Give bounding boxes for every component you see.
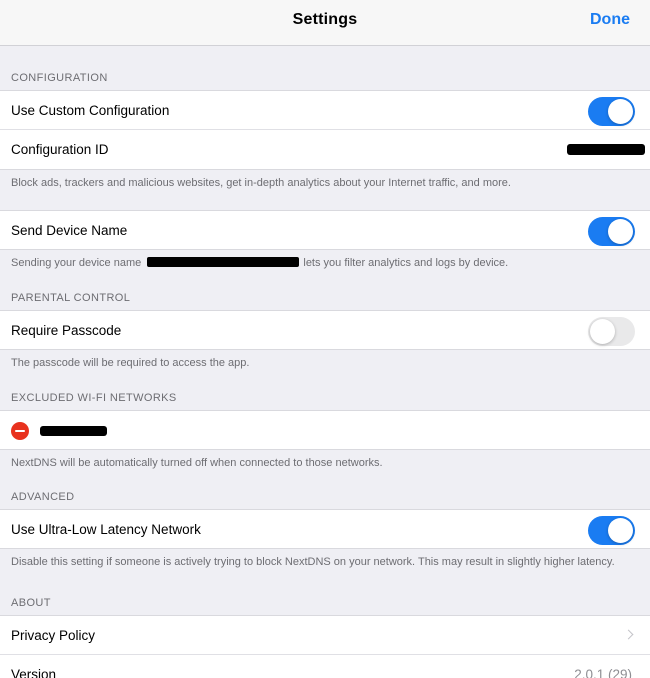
require-passcode-row: Require Passcode — [0, 310, 650, 350]
section-header-about: ABOUT — [11, 597, 51, 609]
configuration-id-redacted-value — [567, 144, 645, 155]
section-header-configuration: CONFIGURATION — [11, 72, 108, 84]
toggle-knob — [608, 99, 633, 124]
device-name-footer-start: Sending your device name — [11, 257, 142, 269]
device-name-footer-end: lets you filter analytics and logs by de… — [303, 257, 509, 269]
require-passcode-label: Require Passcode — [11, 323, 122, 338]
toggle-knob — [590, 319, 615, 344]
send-device-name-toggle[interactable] — [588, 217, 635, 246]
use-custom-configuration-label: Use Custom Configuration — [11, 103, 170, 118]
send-device-name-label: Send Device Name — [11, 223, 128, 238]
privacy-policy-row[interactable]: Privacy Policy — [0, 615, 650, 655]
chevron-right-icon — [623, 629, 634, 640]
section-header-advanced: ADVANCED — [11, 491, 75, 503]
ultra-low-latency-toggle[interactable] — [588, 516, 635, 545]
send-device-name-row: Send Device Name — [0, 210, 650, 250]
advanced-footer: Disable this setting if someone is activ… — [11, 556, 615, 568]
configuration-footer: Block ads, trackers and malicious websit… — [11, 177, 511, 189]
page-title: Settings — [292, 11, 358, 28]
remove-network-icon[interactable] — [11, 422, 29, 440]
device-name-redacted — [147, 257, 300, 267]
parental-control-footer: The passcode will be required to access … — [11, 357, 250, 369]
section-header-excluded-wifi: EXCLUDED WI-FI NETWORKS — [11, 392, 177, 404]
toggle-knob — [608, 219, 633, 244]
device-name-footer: Sending your device name lets you filter… — [11, 256, 632, 270]
section-header-parental-control: PARENTAL CONTROL — [11, 292, 131, 304]
done-button[interactable]: Done — [590, 0, 630, 40]
navigation-bar: Settings Done — [0, 0, 650, 46]
version-row: Version 2.0.1 (29) — [0, 655, 650, 678]
privacy-policy-label: Privacy Policy — [11, 628, 96, 643]
version-value: 2.0.1 (29) — [574, 667, 632, 678]
toggle-knob — [608, 518, 633, 543]
version-label: Version — [11, 667, 57, 678]
use-custom-configuration-row: Use Custom Configuration — [0, 90, 650, 130]
excluded-networks-footer: NextDNS will be automatically turned off… — [11, 457, 383, 469]
require-passcode-toggle[interactable] — [588, 317, 635, 346]
use-custom-configuration-toggle[interactable] — [588, 97, 635, 126]
network-name-redacted — [40, 426, 107, 436]
settings-screen: Settings Done CONFIGURATION Use Custom C… — [0, 0, 650, 678]
configuration-id-row[interactable]: Configuration ID — [0, 130, 650, 170]
ultra-low-latency-label: Use Ultra-Low Latency Network — [11, 522, 201, 537]
ultra-low-latency-row: Use Ultra-Low Latency Network — [0, 509, 650, 549]
excluded-network-row — [0, 410, 650, 450]
configuration-id-label: Configuration ID — [11, 142, 109, 157]
